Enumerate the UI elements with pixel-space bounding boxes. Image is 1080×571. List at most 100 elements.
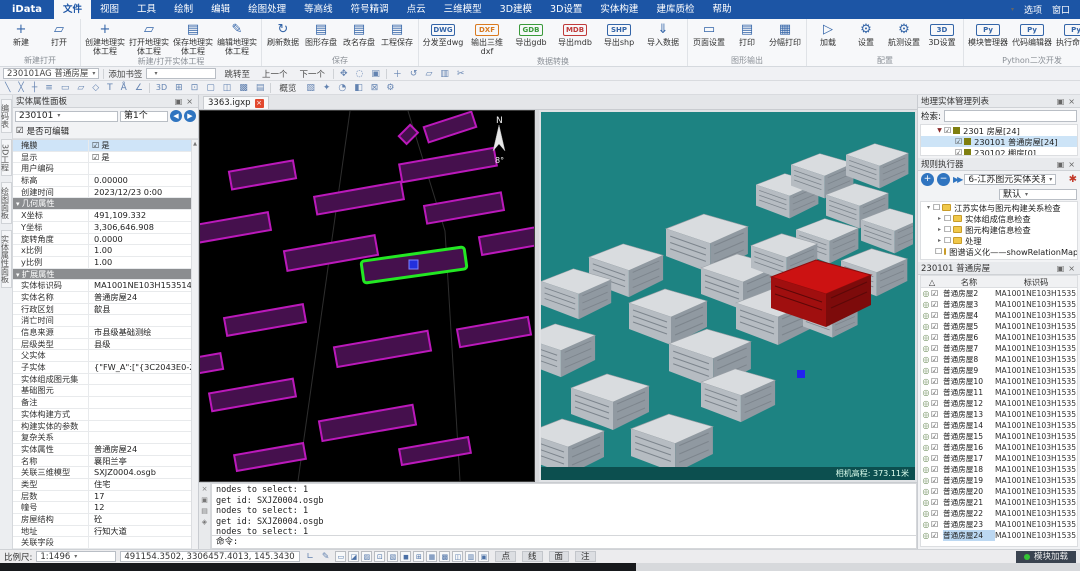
checkbox[interactable]: ☐ (944, 236, 951, 245)
3d-mode-icon[interactable]: 3D (154, 83, 169, 92)
menu-item[interactable]: 三维模型 (435, 0, 491, 19)
entity-row[interactable]: ◎ ☑ 普通房屋9 MA1001NE103H1535... (921, 365, 1077, 376)
toggle-frame-icon[interactable]: ▭ (335, 551, 346, 562)
close-icon[interactable]: × (184, 97, 195, 106)
property-row[interactable]: 用户编码 (13, 163, 198, 175)
expander-icon[interactable]: ▸ (935, 215, 944, 222)
globe-icon[interactable]: ◎ (921, 311, 931, 320)
checkbox[interactable]: ☑ (931, 311, 941, 320)
select-icon[interactable]: ＋ (391, 67, 404, 80)
globe-icon[interactable]: ◎ (921, 355, 931, 364)
toggle-shade-icon[interactable]: ▧ (387, 551, 398, 562)
ribbon-button[interactable]: ▤保存地理实体工程 (171, 20, 215, 56)
property-row[interactable]: 名称 襄阳兰亭 (13, 456, 198, 468)
property-row[interactable]: 关联字段 (13, 537, 198, 549)
checkbox[interactable]: ☑ (931, 509, 941, 518)
ribbon-button[interactable]: GDB导出gdb (509, 20, 553, 47)
globe-icon[interactable]: ◎ (921, 454, 931, 463)
globe-icon[interactable]: ◎ (921, 465, 931, 474)
snap-tool-icon[interactable]: ┼ (30, 83, 39, 93)
ribbon-button[interactable]: ▤打印 (728, 20, 766, 47)
close-icon[interactable]: × (255, 99, 264, 108)
ribbon-button[interactable]: ▱打开地理实体工程 (127, 20, 171, 56)
north-tool-icon[interactable]: ✦ (321, 83, 333, 93)
toggle-split-icon[interactable]: ◫ (452, 551, 463, 562)
mode-polygon-button[interactable]: 面 (549, 551, 570, 562)
tree-row[interactable]: ▸ ☐ 处理 (921, 235, 1077, 246)
entity-row[interactable]: ◎ ☑ 普通房屋3 MA1001NE103H1535... (921, 299, 1077, 310)
toggle-text-icon[interactable]: ▦ (426, 551, 437, 562)
expander-icon[interactable]: ▼ (935, 127, 944, 134)
globe-icon[interactable]: ◎ (921, 289, 931, 298)
property-row[interactable]: 消亡时间 (13, 315, 198, 327)
2d-map-viewport[interactable]: N 8° (199, 110, 535, 482)
globe-icon[interactable]: ◎ (921, 344, 931, 353)
entity-index-input[interactable]: 第1个 (120, 111, 168, 122)
menu-item[interactable]: 点云 (398, 0, 435, 19)
property-row[interactable]: Y坐标 3,306,646.908 (13, 222, 198, 234)
toggle-snap-icon[interactable]: ▣ (478, 551, 489, 562)
dock-tab-3d-project[interactable]: 3D工程 (1, 139, 12, 176)
column-icon[interactable]: △ (921, 277, 943, 287)
entity-type-select[interactable]: 230101AG 普通房屋▾ (3, 68, 99, 79)
property-row[interactable]: 几何属性 (13, 198, 198, 210)
entity-row[interactable]: ◎ ☑ 普通房屋11 MA1001NE103H1535... (921, 387, 1077, 398)
checkbox[interactable]: ☑ (944, 126, 951, 135)
settings-view-icon[interactable]: ⚙ (384, 83, 396, 93)
entity-row[interactable]: ◎ ☑ 普通房屋12 MA1001NE103H1535... (921, 398, 1077, 409)
zoom-icon[interactable]: ◌ (354, 69, 366, 79)
entity-row[interactable]: ◎ ☑ 普通房屋19 MA1001NE103H1535... (921, 475, 1077, 486)
property-row[interactable]: 父实体 (13, 350, 198, 362)
mode-line-button[interactable]: 线 (522, 551, 543, 562)
3d-viewport[interactable]: 相机高程: 373.11米 (539, 110, 917, 482)
float-panel-icon[interactable]: ▣ (201, 496, 208, 504)
entity-row[interactable]: ◎ ☑ 普通房屋8 MA1001NE103H1535... (921, 354, 1077, 365)
menu-item[interactable]: 3D设置 (541, 0, 591, 19)
tree-row[interactable]: ☑ 230101 普通房屋[24] (921, 136, 1077, 147)
tree-row[interactable]: ☑ 230102 棚房[0] (921, 147, 1077, 156)
checkbox[interactable]: ☐ (944, 225, 951, 234)
image-tool-icon[interactable]: ▩ (237, 83, 250, 93)
window-tool-icon[interactable]: ◫ (221, 83, 234, 93)
next-button[interactable]: 下一个 (295, 68, 329, 80)
copy-icon[interactable]: ▱ (423, 69, 434, 79)
module-load-indicator[interactable]: 模块加载 (1016, 551, 1076, 563)
property-row[interactable]: 掩膜 ☑是 (13, 140, 198, 152)
ribbon-button[interactable]: ⚙设置 (847, 20, 885, 47)
tree-row[interactable]: ▾ ☐ 江苏实体与图元构建关系检查 (921, 202, 1077, 213)
checkbox[interactable]: ☑ (931, 322, 941, 331)
ribbon-button[interactable]: +创建地理实体工程 (83, 20, 127, 56)
property-row[interactable]: 旋转角度 0.0000 (13, 234, 198, 246)
entity-code-select[interactable]: 230101▾ (15, 111, 118, 122)
entity-row[interactable]: ◎ ☑ 普通房屋4 MA1001NE103H1535... (921, 310, 1077, 321)
search-input[interactable] (944, 110, 1077, 122)
print-preview-icon[interactable]: ▤ (254, 83, 267, 93)
checkbox[interactable]: ☑ (931, 476, 941, 485)
property-row[interactable]: 关联三维模型 SXJZ0004.osgb (13, 467, 198, 479)
tree-row[interactable]: ☐ 图谱语义化——showRelationMap (921, 246, 1077, 257)
property-row[interactable]: 行政区划 歙县 (13, 304, 198, 316)
property-row[interactable]: 基础图元 (13, 385, 198, 397)
dock-tab-entity-props[interactable]: 实体属性面板 (1, 230, 12, 288)
scale-select[interactable]: 1:1496▾ (36, 551, 116, 562)
globe-icon[interactable]: ◎ (921, 443, 931, 452)
polygon-tool-icon[interactable]: ▱ (75, 83, 86, 93)
property-row[interactable]: x比例 1.00 (13, 245, 198, 257)
checkbox[interactable]: ☑ (931, 333, 941, 342)
ribbon-button[interactable]: ▤图形存盘 (302, 20, 340, 47)
rule-settings-icon[interactable]: ✱ (1069, 174, 1077, 185)
menu-item[interactable]: 绘制 (165, 0, 202, 19)
menu-item[interactable]: 编辑 (202, 0, 239, 19)
property-row[interactable]: 标高 0.00000 (13, 175, 198, 187)
extent-icon[interactable]: ▣ (369, 69, 382, 79)
command-input[interactable]: 命令: (211, 536, 917, 549)
ribbon-button[interactable]: Py执行命令行 (1054, 20, 1080, 47)
ribbon-button[interactable]: ▦分幅打印 (766, 20, 804, 47)
polyline-tool-icon[interactable]: ╳ (16, 83, 25, 93)
close-icon[interactable]: × (1066, 264, 1077, 273)
checkbox[interactable]: ☑ (931, 377, 941, 386)
entity-row[interactable]: ◎ ☑ 普通房屋24 MA1001NE103H1535... (921, 530, 1077, 541)
menu-item[interactable]: 文件 (54, 0, 91, 19)
jump-to-button[interactable]: 跳转至 (220, 68, 254, 80)
entity-row[interactable]: ◎ ☑ 普通房屋17 MA1001NE103H1535... (921, 453, 1077, 464)
